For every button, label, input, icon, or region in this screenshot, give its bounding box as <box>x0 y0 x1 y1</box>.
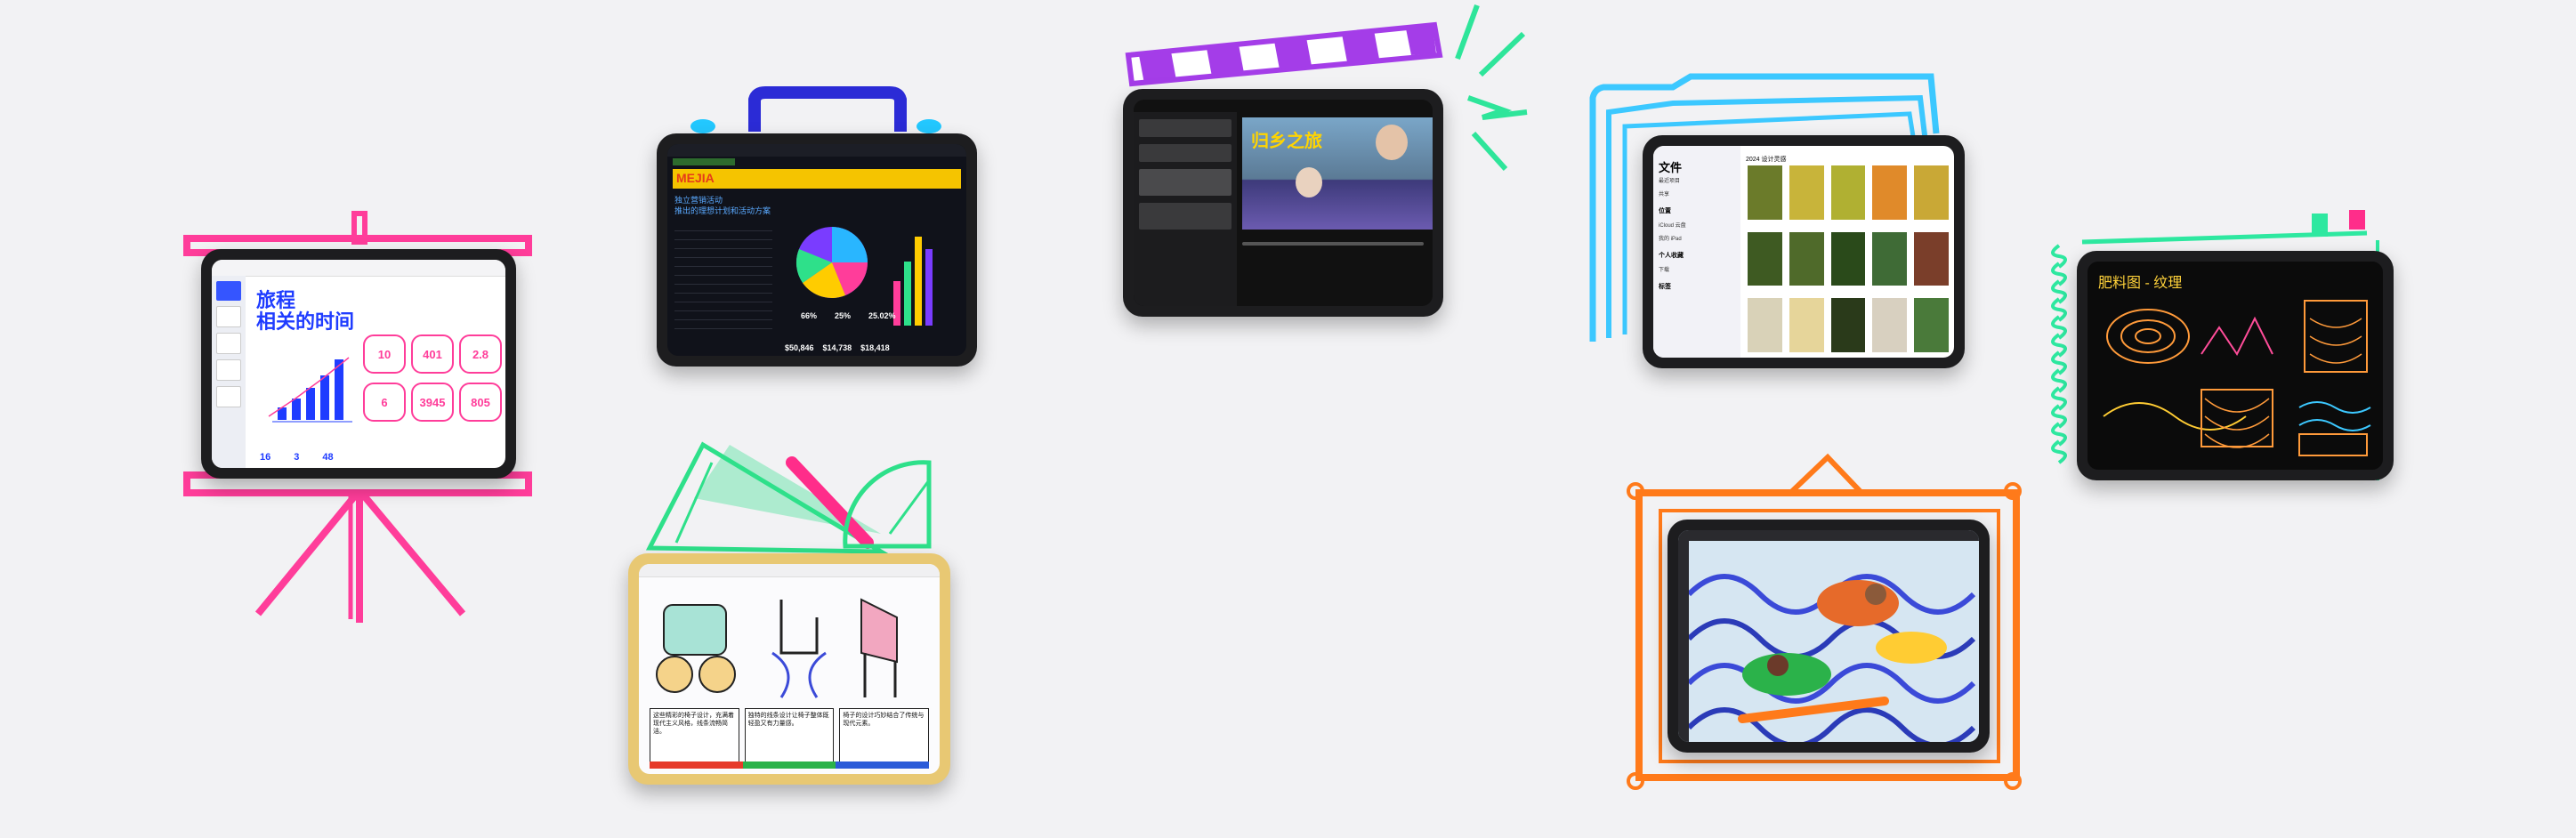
picture-frame-drawing <box>1627 453 2022 790</box>
procreate-side-tools[interactable] <box>1678 541 1689 742</box>
procreate-toolbar <box>1678 530 1979 541</box>
procreate-screen <box>1678 530 1979 742</box>
ipad-procreate <box>1668 520 1990 753</box>
surf-illustration <box>1689 541 1979 742</box>
